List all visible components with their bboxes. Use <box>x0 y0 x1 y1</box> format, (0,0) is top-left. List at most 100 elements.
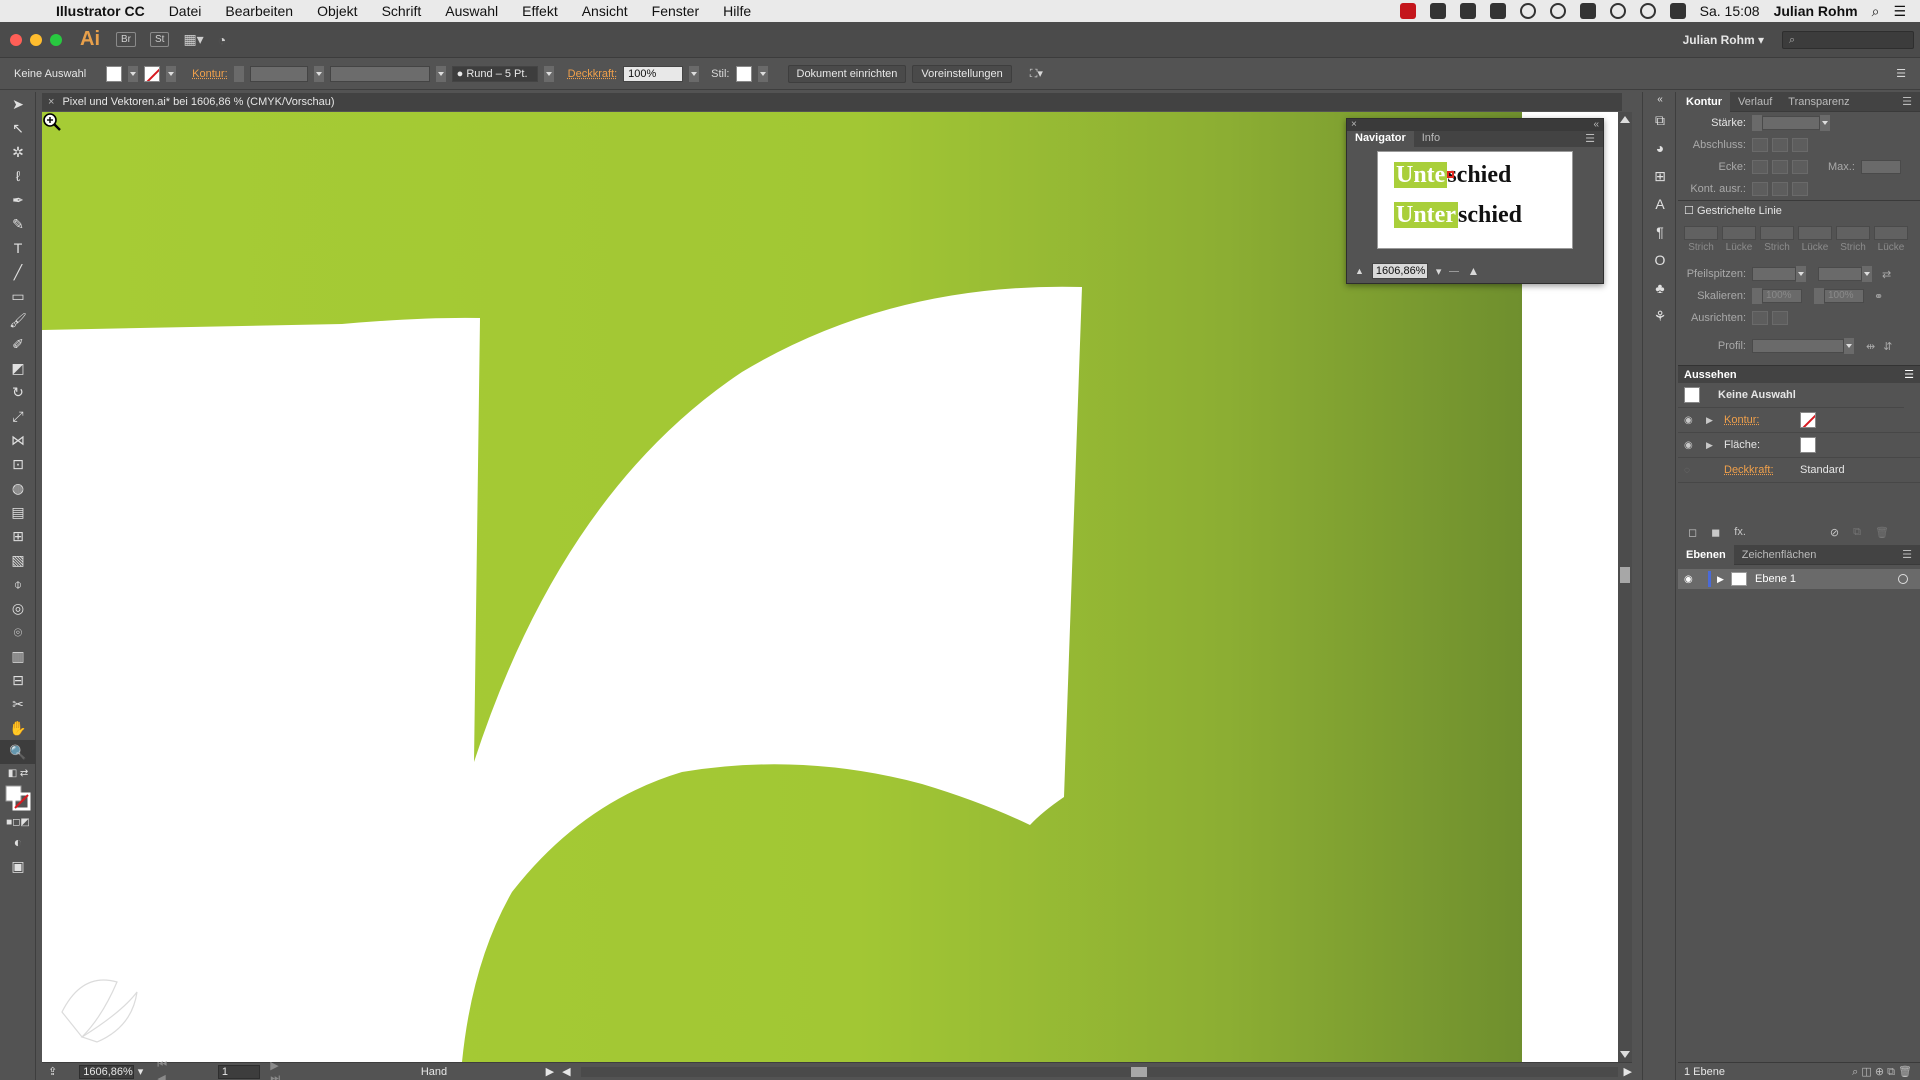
zoom-window-button[interactable] <box>50 34 62 46</box>
adobe-tray-icon[interactable] <box>1400 3 1416 19</box>
share-icon[interactable]: ⇪ <box>48 1065 57 1078</box>
bridge-button[interactable]: Br <box>116 32 136 47</box>
zoom-out-mountain-icon[interactable]: ▲ <box>1355 266 1364 276</box>
scroll-down-arrow-icon[interactable] <box>1620 1051 1630 1058</box>
tab-zeichenflaechen[interactable]: Zeichenflächen <box>1734 545 1825 565</box>
fx-icon[interactable]: fx. <box>1734 526 1746 538</box>
brush-dropdown[interactable] <box>544 66 554 82</box>
vertical-scroll-thumb[interactable] <box>1620 567 1630 583</box>
staerke-dropdown[interactable] <box>1820 115 1830 131</box>
width-tool-icon[interactable]: ⋈ <box>0 428 36 452</box>
tab-kontur[interactable]: Kontur <box>1678 92 1730 112</box>
gap-1-field[interactable] <box>1722 226 1756 240</box>
aussehen-deckkraft-link[interactable]: Deckkraft: <box>1724 464 1800 476</box>
arrange-documents-icon[interactable]: ▦▾ <box>183 31 203 48</box>
symbol-sprayer-tool-icon[interactable]: ⌾ <box>0 620 36 644</box>
style-swatch[interactable] <box>736 66 752 82</box>
dashed-checkbox[interactable]: ☐ <box>1684 205 1694 217</box>
swatches-grid-icon[interactable]: ⊞ <box>1643 162 1677 190</box>
stock-button[interactable]: St <box>150 32 169 47</box>
layer-row[interactable]: ◉ ▶ Ebene 1 <box>1678 569 1920 589</box>
stroke-swatch[interactable] <box>144 66 160 82</box>
horizontal-scrollbar[interactable] <box>581 1067 1618 1077</box>
aussehen-panel-header[interactable]: Aussehen ☰ <box>1678 365 1920 383</box>
drawing-modes-icon[interactable]: ◐ <box>0 830 36 854</box>
flaeche-expand-icon[interactable]: ▶ <box>1706 440 1724 451</box>
color-guide-icon[interactable]: ◕ <box>1643 134 1677 162</box>
menubar-user[interactable]: Julian Rohm <box>1774 3 1858 19</box>
shaper-tool-icon[interactable]: ✐ <box>0 332 36 356</box>
gpu-performance-icon[interactable]: ◔ <box>218 32 226 48</box>
flip-horizontal-icon[interactable]: ⇹ <box>1866 340 1875 353</box>
opacity-field[interactable]: 100% <box>623 66 683 82</box>
kontur-link[interactable]: Kontur: <box>192 68 227 80</box>
duplicate-item-icon[interactable]: ⧉ <box>1853 526 1861 539</box>
tab-ebenen[interactable]: Ebenen <box>1678 545 1734 565</box>
view-area-red-box[interactable] <box>1447 171 1454 178</box>
direct-selection-tool-icon[interactable]: ↖ <box>0 116 36 140</box>
corner-round-icon[interactable] <box>1772 160 1788 174</box>
menu-auswahl[interactable]: Auswahl <box>433 3 510 19</box>
zoom-dropdown-icon[interactable]: ▾ <box>138 1065 144 1078</box>
spotlight-icon[interactable]: ⌕ <box>1872 3 1880 20</box>
ebenen-menu-icon[interactable]: ☰ <box>1894 545 1920 565</box>
aussehen-flaeche-row[interactable]: ◉ ▶ Fläche: <box>1678 433 1920 458</box>
preferences-button[interactable]: Voreinstellungen <box>912 65 1011 83</box>
default-colors-icon[interactable]: ◧ ⇄ <box>0 764 36 782</box>
slice-tool-icon[interactable]: ✂ <box>0 692 36 716</box>
symbols-icon[interactable]: ♣ <box>1643 274 1677 302</box>
arrowhead-end-dropdown[interactable] <box>1862 266 1872 282</box>
scroll-up-arrow-icon[interactable] <box>1620 116 1630 123</box>
notification-center-icon[interactable]: ☰ <box>1893 3 1906 20</box>
color-mode-icons[interactable]: ■◻◩ <box>0 814 36 830</box>
fill-swatch[interactable] <box>106 66 122 82</box>
staerke-field[interactable] <box>1762 116 1820 130</box>
cap-butt-icon[interactable] <box>1752 138 1768 152</box>
menu-bearbeiten[interactable]: Bearbeiten <box>213 3 305 19</box>
status-menu-arrow-icon[interactable]: ▶ <box>546 1065 554 1078</box>
character-icon[interactable]: A <box>1643 190 1677 218</box>
pen-tool-icon[interactable]: ✒ <box>0 188 36 212</box>
workspace-switcher[interactable]: Julian Rohm ▾ <box>1683 33 1764 47</box>
isolate-icon[interactable]: ⛶▾ <box>1030 67 1043 81</box>
dash-3-field[interactable] <box>1836 226 1870 240</box>
navigator-preview[interactable]: Unteschied Unterschied <box>1377 151 1573 249</box>
stroke-weight-dropdown[interactable] <box>314 66 324 82</box>
scale-end-field[interactable]: 100% <box>1824 289 1864 303</box>
vertical-scrollbar[interactable] <box>1618 112 1632 1062</box>
clear-appearance-icon[interactable]: ⊘ <box>1830 526 1839 539</box>
next-artboard-icon[interactable]: ▶ ⏭ <box>270 1059 291 1080</box>
help-search-input[interactable]: ⌕ <box>1782 31 1914 49</box>
add-stroke-icon[interactable]: ◻ <box>1688 526 1697 539</box>
flip-vertical-icon[interactable]: ⇵ <box>1883 340 1892 353</box>
kontur-expand-icon[interactable]: ▶ <box>1706 415 1724 426</box>
cloud-tray-icon[interactable] <box>1460 3 1476 19</box>
selection-tool-icon[interactable]: ➤ <box>0 92 36 116</box>
line-tool-icon[interactable]: ╱ <box>0 260 36 284</box>
align-center-icon[interactable] <box>1752 182 1768 196</box>
document-tab[interactable]: × Pixel und Vektoren.ai* bei 1606,86 % (C… <box>42 93 1622 111</box>
gap-2-field[interactable] <box>1798 226 1832 240</box>
column-graph-tool-icon[interactable]: ▥ <box>0 644 36 668</box>
rectangle-tool-icon[interactable]: ▭ <box>0 284 36 308</box>
volume-icon[interactable] <box>1670 3 1686 19</box>
gap-3-field[interactable] <box>1874 226 1908 240</box>
close-window-button[interactable] <box>10 34 22 46</box>
scroll-left-arrow-icon[interactable]: ◀ <box>562 1065 570 1078</box>
navigator-panel-header[interactable]: × « <box>1347 119 1603 131</box>
menu-objekt[interactable]: Objekt <box>305 3 369 19</box>
menu-schrift[interactable]: Schrift <box>370 3 434 19</box>
deckkraft-link[interactable]: Deckkraft: <box>568 68 618 80</box>
dock-collapse-icon[interactable]: « <box>1643 92 1677 106</box>
aussehen-kontur-swatch[interactable] <box>1800 412 1816 428</box>
scale-start-field[interactable]: 100% <box>1762 289 1802 303</box>
menu-hilfe[interactable]: Hilfe <box>711 3 763 19</box>
close-document-icon[interactable]: × <box>48 96 54 108</box>
control-bar-menu-icon[interactable]: ☰ <box>1896 67 1906 80</box>
tab-transparenz[interactable]: Transparenz <box>1780 92 1857 112</box>
scale-start-stepper[interactable] <box>1752 288 1762 304</box>
corner-bevel-icon[interactable] <box>1792 160 1808 174</box>
dash-2-field[interactable] <box>1760 226 1794 240</box>
profile-field[interactable] <box>1752 339 1844 353</box>
zoom-level-field[interactable]: 1606,86% <box>79 1065 134 1079</box>
